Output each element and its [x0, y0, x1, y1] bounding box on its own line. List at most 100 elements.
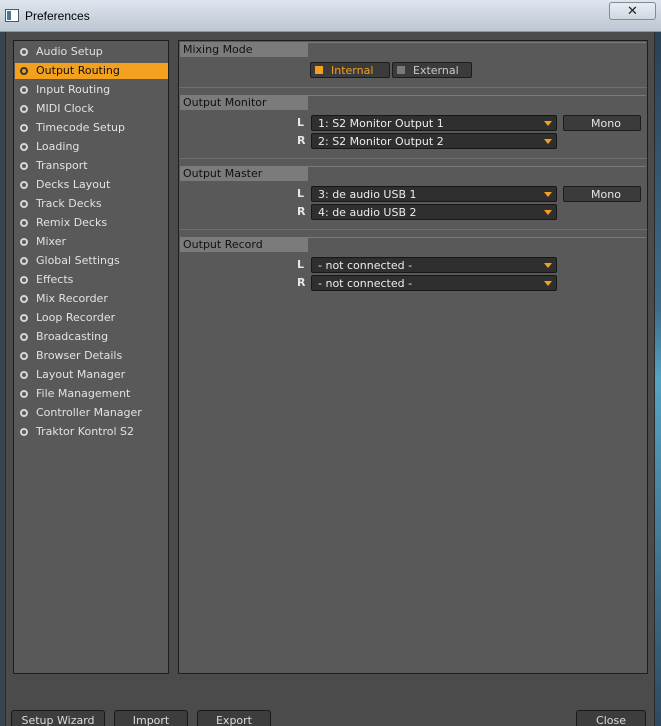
- sidebar-item-broadcasting[interactable]: Broadcasting: [15, 329, 168, 345]
- sidebar-item-label: Mix Recorder: [36, 292, 108, 305]
- radio-dot-icon: [20, 352, 28, 360]
- radio-dot-icon: [20, 409, 28, 417]
- radio-dot-icon: [20, 390, 28, 398]
- radio-dot-icon: [20, 124, 28, 132]
- export-button[interactable]: Export: [197, 710, 271, 726]
- sidebar-item-effects[interactable]: Effects: [15, 272, 168, 288]
- radio-dot-icon: [20, 428, 28, 436]
- radio-dot-icon: [20, 200, 28, 208]
- master-right-select[interactable]: 4: de audio USB 2: [311, 204, 557, 220]
- master-right-label: R: [297, 205, 306, 218]
- record-left-value: - not connected -: [318, 259, 413, 272]
- desktop-background: [655, 32, 661, 726]
- radio-dot-icon: [20, 314, 28, 322]
- setup-wizard-button[interactable]: Setup Wizard: [11, 710, 105, 726]
- output-routing-panel: Mixing Mode Internal External Output Mon…: [178, 40, 648, 674]
- record-left-select[interactable]: - not connected -: [311, 257, 557, 273]
- chevron-down-icon: [544, 192, 552, 197]
- sidebar-item-input-routing[interactable]: Input Routing: [15, 82, 168, 98]
- sidebar: Audio Setup Output Routing Input Routing MI…: [13, 40, 169, 674]
- radio-dot-icon: [20, 86, 28, 94]
- sidebar-item-output-routing[interactable]: Output Routing: [15, 63, 168, 79]
- mixing-mode-heading: Mixing Mode: [180, 42, 308, 57]
- sidebar-item-label: Effects: [36, 273, 74, 286]
- title-bar: Preferences ✕: [0, 0, 661, 32]
- sidebar-item-label: MIDI Clock: [36, 102, 94, 115]
- output-master-heading: Output Master: [180, 166, 308, 181]
- radio-dot-icon: [20, 48, 28, 56]
- record-right-select[interactable]: - not connected -: [311, 275, 557, 291]
- sidebar-item-label: Track Decks: [36, 197, 102, 210]
- sidebar-item-loop-recorder[interactable]: Loop Recorder: [15, 310, 168, 326]
- chevron-down-icon: [544, 139, 552, 144]
- close-button[interactable]: Close: [576, 710, 646, 726]
- monitor-mono-button[interactable]: Mono: [563, 115, 641, 131]
- sidebar-item-decks-layout[interactable]: Decks Layout: [15, 177, 168, 193]
- output-monitor-heading: Output Monitor: [180, 95, 308, 110]
- sidebar-item-label: Traktor Kontrol S2: [36, 425, 135, 438]
- sidebar-item-global-settings[interactable]: Global Settings: [15, 253, 168, 269]
- internal-mode-button[interactable]: Internal: [310, 62, 390, 78]
- sidebar-item-file-management[interactable]: File Management: [15, 386, 168, 402]
- sidebar-item-browser-details[interactable]: Browser Details: [15, 348, 168, 364]
- sidebar-item-midi-clock[interactable]: MIDI Clock: [15, 101, 168, 117]
- sidebar-item-label: Loop Recorder: [36, 311, 116, 324]
- chevron-down-icon: [544, 121, 552, 126]
- radio-dot-icon: [20, 238, 28, 246]
- sidebar-item-controller-manager[interactable]: Controller Manager: [15, 405, 168, 421]
- sidebar-item-traktor-kontrol-s2[interactable]: Traktor Kontrol S2: [15, 424, 168, 440]
- section-separator: [179, 87, 647, 88]
- output-record-heading: Output Record: [180, 237, 308, 252]
- sidebar-item-loading[interactable]: Loading: [15, 139, 168, 155]
- sidebar-item-mixer[interactable]: Mixer: [15, 234, 168, 250]
- sidebar-item-label: Global Settings: [36, 254, 120, 267]
- internal-mode-label: Internal: [331, 64, 374, 77]
- radio-dot-icon: [20, 162, 28, 170]
- section-divider: [308, 42, 646, 43]
- sidebar-item-label: Transport: [36, 159, 88, 172]
- sidebar-item-audio-setup[interactable]: Audio Setup: [15, 44, 168, 60]
- window-title: Preferences: [25, 9, 90, 23]
- record-right-label: R: [297, 276, 306, 289]
- master-left-label: L: [297, 187, 305, 200]
- master-mono-button[interactable]: Mono: [563, 186, 641, 202]
- radio-dot-icon: [20, 371, 28, 379]
- monitor-left-select[interactable]: 1: S2 Monitor Output 1: [311, 115, 557, 131]
- monitor-left-value: 1: S2 Monitor Output 1: [318, 117, 444, 130]
- chevron-down-icon: [544, 210, 552, 215]
- sidebar-item-label: Mixer: [36, 235, 67, 248]
- sidebar-item-layout-manager[interactable]: Layout Manager: [15, 367, 168, 383]
- sidebar-item-label: File Management: [36, 387, 131, 400]
- monitor-mono-label: Mono: [591, 117, 621, 130]
- sidebar-item-label: Layout Manager: [36, 368, 126, 381]
- record-left-label: L: [297, 258, 305, 271]
- monitor-right-select[interactable]: 2: S2 Monitor Output 2: [311, 133, 557, 149]
- sidebar-item-label: Browser Details: [36, 349, 123, 362]
- record-right-value: - not connected -: [318, 277, 413, 290]
- sidebar-item-timecode-setup[interactable]: Timecode Setup: [15, 120, 168, 136]
- sidebar-item-track-decks[interactable]: Track Decks: [15, 196, 168, 212]
- window-close-button[interactable]: ✕: [609, 2, 656, 20]
- radio-dot-icon: [20, 105, 28, 113]
- radio-dot-icon: [20, 276, 28, 284]
- external-mode-button[interactable]: External: [392, 62, 472, 78]
- sidebar-item-mix-recorder[interactable]: Mix Recorder: [15, 291, 168, 307]
- radio-dot-icon: [20, 143, 28, 151]
- radio-dot-icon: [20, 295, 28, 303]
- sidebar-item-label: Timecode Setup: [36, 121, 125, 134]
- monitor-left-label: L: [297, 116, 305, 129]
- section-divider: [308, 95, 646, 96]
- master-left-select[interactable]: 3: de audio USB 1: [311, 186, 557, 202]
- import-button[interactable]: Import: [114, 710, 188, 726]
- external-mode-label: External: [413, 64, 459, 77]
- radio-dot-icon: [20, 67, 28, 75]
- sidebar-item-label: Audio Setup: [36, 45, 103, 58]
- sidebar-item-label: Broadcasting: [36, 330, 109, 343]
- monitor-right-value: 2: S2 Monitor Output 2: [318, 135, 444, 148]
- sidebar-item-label: Loading: [36, 140, 80, 153]
- section-separator: [179, 229, 647, 230]
- sidebar-item-label: Decks Layout: [36, 178, 111, 191]
- sidebar-item-transport[interactable]: Transport: [15, 158, 168, 174]
- radio-dot-icon: [20, 181, 28, 189]
- sidebar-item-remix-decks[interactable]: Remix Decks: [15, 215, 168, 231]
